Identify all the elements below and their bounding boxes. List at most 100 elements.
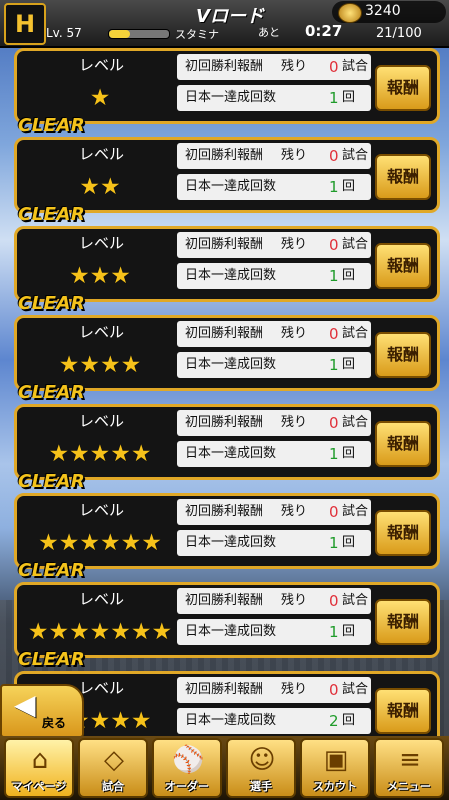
clear-badge: CLEAR xyxy=(18,293,86,314)
reward-button[interactable]: 報酬 xyxy=(375,421,431,467)
remaining-label: 残り xyxy=(281,593,308,608)
reward-button[interactable]: 報酬 xyxy=(375,510,431,556)
championship-count: 1 xyxy=(329,445,339,463)
championship-count-label: 日本一達成回数 xyxy=(185,446,277,461)
championship-unit: 回 xyxy=(342,624,356,639)
first-win-reward-box: 初回勝利報酬 残り 0 試合 xyxy=(177,54,371,80)
clear-badge: CLEAR xyxy=(18,471,86,492)
nav-home[interactable]: ⌂ マイページ xyxy=(4,738,74,798)
remaining-count: 0 xyxy=(329,592,339,610)
first-win-reward-box: 初回勝利報酬 残り 0 試合 xyxy=(177,499,371,525)
championship-unit: 回 xyxy=(342,446,356,461)
clear-badge: CLEAR xyxy=(18,204,86,225)
first-win-reward-label: 初回勝利報酬 xyxy=(185,148,264,163)
championship-unit: 回 xyxy=(342,179,356,194)
first-win-reward-label: 初回勝利報酬 xyxy=(185,59,264,74)
nav-label: メニュー xyxy=(387,780,431,793)
championship-unit: 回 xyxy=(342,268,356,283)
championship-count-label: 日本一達成回数 xyxy=(185,90,277,105)
championship-unit: 回 xyxy=(342,535,356,550)
nav-player[interactable]: ☺ 選手 xyxy=(226,738,296,798)
first-win-reward-box: 初回勝利報酬 残り 0 試合 xyxy=(177,232,371,258)
level-label: レベル xyxy=(79,412,125,430)
first-win-reward-box: 初回勝利報酬 残り 0 試合 xyxy=(177,677,371,703)
championship-count-box: 日本一達成回数 1 回 xyxy=(177,530,371,556)
star-rating: ★★★★★ xyxy=(48,441,152,467)
remaining-label: 残り xyxy=(281,237,308,252)
remaining-label: 残り xyxy=(281,148,308,163)
remaining-label: 残り xyxy=(281,415,308,430)
clear-badge: CLEAR xyxy=(18,649,86,670)
remaining-label: 残り xyxy=(281,682,308,697)
nav-label: 試合 xyxy=(102,780,124,793)
first-win-reward-label: 初回勝利報酬 xyxy=(185,415,264,430)
reward-button[interactable]: 報酬 xyxy=(375,243,431,289)
championship-count-box: 日本一達成回数 2 回 xyxy=(177,708,371,734)
home-icon: ⌂ xyxy=(31,745,49,775)
bottom-nav: ⌂ マイページ ◇ 試合 ⚾ オーダー ☺ 選手 ▣ スカウト ≡ メニュー xyxy=(0,736,449,800)
championship-count: 1 xyxy=(329,623,339,641)
player-icon: ☺ xyxy=(248,745,276,775)
nav-label: 選手 xyxy=(250,780,272,793)
remaining-unit: 試合 xyxy=(342,682,369,697)
level-panel: レベル ★★★★★ 初回勝利報酬 残り 0 試合 日本一達成回数 1 回 報酬 xyxy=(14,404,440,480)
remaining-count: 0 xyxy=(329,681,339,699)
championship-unit: 回 xyxy=(342,713,356,728)
championship-count: 1 xyxy=(329,89,339,107)
reward-button[interactable]: 報酬 xyxy=(375,599,431,645)
level-row: CLEAR レベル ★★★ 初回勝利報酬 残り 0 試合 日本一達成回数 1 回… xyxy=(0,204,449,302)
reward-button[interactable]: 報酬 xyxy=(375,65,431,111)
first-win-reward-label: 初回勝利報酬 xyxy=(185,504,264,519)
level-label: レベル xyxy=(79,679,125,697)
remaining-label: 残り xyxy=(281,326,308,341)
clear-badge: CLEAR xyxy=(18,382,86,403)
nav-label: マイページ xyxy=(11,780,67,793)
level-panel: レベル ★★ 初回勝利報酬 残り 0 試合 日本一達成回数 1 回 報酬 xyxy=(14,137,440,213)
first-win-reward-box: 初回勝利報酬 残り 0 試合 xyxy=(177,321,371,347)
championship-count-label: 日本一達成回数 xyxy=(185,357,277,372)
championship-count-box: 日本一達成回数 1 回 xyxy=(177,441,371,467)
nav-scout-card[interactable]: ▣ スカウト xyxy=(300,738,370,798)
clear-badge: CLEAR xyxy=(18,560,86,581)
coins-value: 3240 xyxy=(365,3,401,19)
championship-count: 1 xyxy=(329,178,339,196)
remaining-unit: 試合 xyxy=(342,237,369,252)
level-panel: レベル ★★★★ 初回勝利報酬 残り 0 試合 日本一達成回数 1 回 報酬 xyxy=(14,315,440,391)
star-rating: ★★★★ xyxy=(58,352,142,378)
nav-menu[interactable]: ≡ メニュー xyxy=(374,738,444,798)
nav-lineup[interactable]: ⚾ オーダー xyxy=(152,738,222,798)
championship-count: 1 xyxy=(329,356,339,374)
level-row: CLEAR レベル ★★★★★★★ 初回勝利報酬 残り 0 試合 日本一達成回数… xyxy=(0,560,449,658)
back-label: 戻る xyxy=(42,716,67,730)
scout-card-icon: ▣ xyxy=(323,745,349,775)
clear-badge: CLEAR xyxy=(18,115,86,136)
nav-label: スカウト xyxy=(313,780,357,793)
first-win-reward-label: 初回勝利報酬 xyxy=(185,593,264,608)
star-rating: ★★★ xyxy=(69,263,131,289)
championship-count-label: 日本一達成回数 xyxy=(185,624,277,639)
level-panel: レベル ★★★ 初回勝利報酬 残り 0 試合 日本一達成回数 1 回 報酬 xyxy=(14,226,440,302)
remaining-label: 残り xyxy=(281,59,308,74)
star-rating: ★★★★★★★ xyxy=(27,619,173,645)
nav-baseball-field[interactable]: ◇ 試合 xyxy=(78,738,148,798)
back-button[interactable]: ◀ 戻る xyxy=(0,684,84,738)
level-panel: レベル ★ 初回勝利報酬 残り 0 試合 日本一達成回数 1 回 報酬 xyxy=(14,48,440,124)
championship-count-box: 日本一達成回数 1 回 xyxy=(177,619,371,645)
championship-count-box: 日本一達成回数 1 回 xyxy=(177,263,371,289)
remaining-unit: 試合 xyxy=(342,326,369,341)
reward-button[interactable]: 報酬 xyxy=(375,332,431,378)
remaining-unit: 試合 xyxy=(342,148,369,163)
remaining-count: 0 xyxy=(329,147,339,165)
remaining-count: 0 xyxy=(329,503,339,521)
championship-count-label: 日本一達成回数 xyxy=(185,268,277,283)
level-row: CLEAR レベル ★★★★ 初回勝利報酬 残り 0 試合 日本一達成回数 1 … xyxy=(0,293,449,391)
first-win-reward-label: 初回勝利報酬 xyxy=(185,326,264,341)
level-row: レベル ★ 初回勝利報酬 残り 0 試合 日本一達成回数 1 回 報酬 xyxy=(0,38,449,124)
level-label: レベル xyxy=(79,501,125,519)
level-label: レベル xyxy=(79,590,125,608)
remaining-unit: 試合 xyxy=(342,504,369,519)
reward-button[interactable]: 報酬 xyxy=(375,154,431,200)
reward-button[interactable]: 報酬 xyxy=(375,688,431,734)
menu-icon: ≡ xyxy=(399,745,421,775)
remaining-label: 残り xyxy=(281,504,308,519)
